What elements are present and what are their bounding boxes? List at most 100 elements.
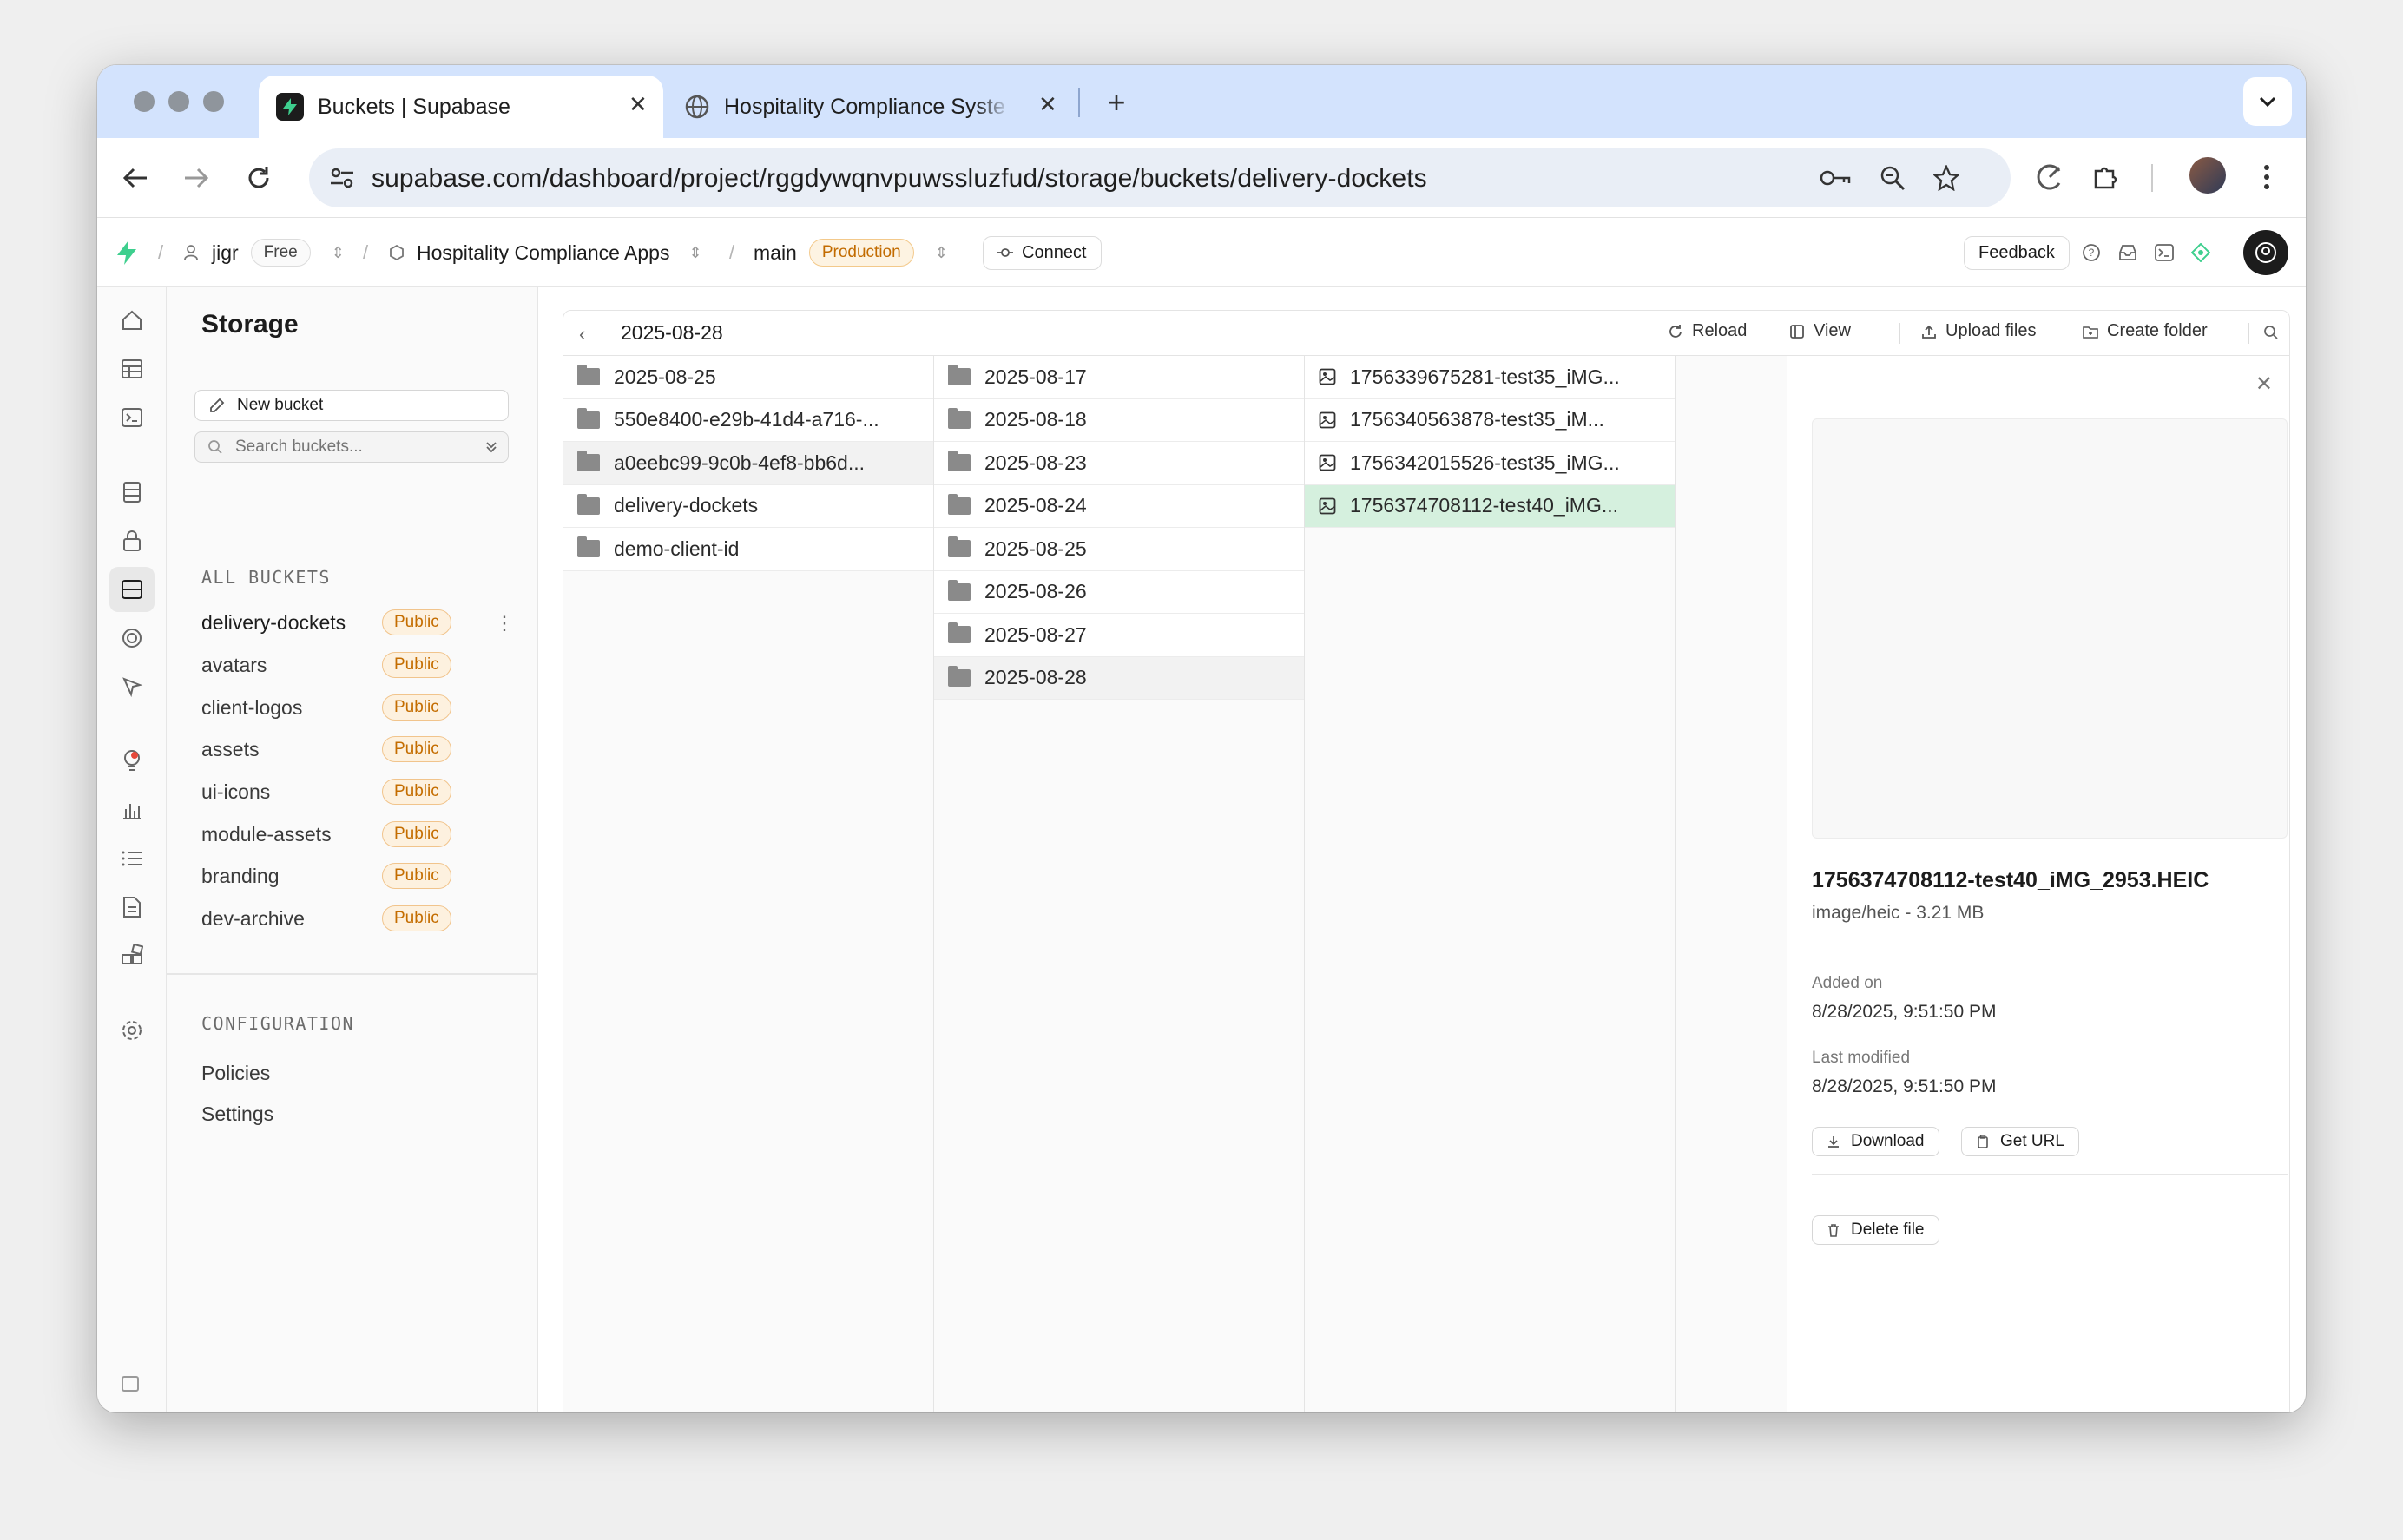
supabase-logo-icon[interactable] xyxy=(116,218,137,287)
browser-profile-avatar[interactable] xyxy=(2189,157,2226,194)
collapse-sidebar-icon[interactable] xyxy=(122,1376,139,1392)
create-folder-button[interactable]: Create folder xyxy=(2083,321,2208,341)
search-buckets-field[interactable] xyxy=(194,431,509,463)
terminal-icon[interactable] xyxy=(2151,240,2177,266)
tab-buckets-supabase[interactable]: Buckets | Supabase ✕ xyxy=(259,76,663,138)
folder-icon xyxy=(948,365,971,386)
bucket-name: dev-archive xyxy=(201,906,305,930)
inbox-icon[interactable] xyxy=(2115,240,2141,266)
delete-file-button[interactable]: Delete file xyxy=(1812,1215,1939,1245)
logs-list-icon[interactable] xyxy=(109,836,155,881)
bucket-item-dev-archive[interactable]: dev-archive Public xyxy=(201,899,497,938)
sql-editor-icon[interactable] xyxy=(109,395,155,440)
file-row[interactable]: 1756342015526-test35_iMG... xyxy=(1305,442,1675,485)
browser-menu-icon[interactable] xyxy=(2247,157,2287,197)
storage-icon[interactable] xyxy=(109,567,155,612)
file-row[interactable]: 1756340563878-test35_iM... xyxy=(1305,398,1675,442)
sort-chevrons-icon[interactable] xyxy=(485,440,497,454)
folder-row[interactable]: 2025-08-18 xyxy=(934,398,1304,442)
file-detail-panel: ✕ 1756374708112-test40_iMG_2953.HEIC ima… xyxy=(1787,356,2289,1412)
auth-lock-icon[interactable] xyxy=(109,518,155,563)
search-buckets-input[interactable] xyxy=(235,438,470,457)
edge-functions-icon[interactable] xyxy=(109,615,155,661)
new-bucket-button[interactable]: New bucket xyxy=(194,390,509,421)
folder-row[interactable]: 2025-08-24 xyxy=(934,484,1304,528)
folder-row[interactable]: 2025-08-17 xyxy=(934,356,1304,399)
folder-row[interactable]: delivery-dockets xyxy=(563,484,933,528)
org-selector[interactable]: jigr Free ⇕ xyxy=(182,218,345,287)
bucket-item-assets[interactable]: assets Public xyxy=(201,730,497,768)
extensions-puzzle-icon[interactable] xyxy=(2085,157,2125,197)
assistant-icon[interactable] xyxy=(2188,240,2214,266)
file-row-selected[interactable]: 1756374708112-test40_iMG... xyxy=(1305,484,1675,528)
bucket-item-delivery-dockets[interactable]: delivery-dockets Public ⋮ xyxy=(201,603,514,642)
bucket-item-branding[interactable]: branding Public xyxy=(201,857,497,895)
api-docs-icon[interactable] xyxy=(109,885,155,930)
password-key-icon[interactable] xyxy=(1820,162,1851,194)
folder-row[interactable]: 550e8400-e29b-41d4-a716-... xyxy=(563,398,933,442)
folder-row[interactable]: 2025-08-26 xyxy=(934,570,1304,614)
reload-button[interactable]: Reload xyxy=(1668,321,1747,341)
forward-button[interactable] xyxy=(174,155,219,201)
user-avatar[interactable] xyxy=(2243,230,2288,275)
project-selector[interactable]: Hospitality Compliance Apps ⇕ xyxy=(389,218,702,287)
address-bar[interactable]: supabase.com/dashboard/project/rggdywqnv… xyxy=(309,148,2011,207)
get-url-button[interactable]: Get URL xyxy=(1961,1127,2079,1156)
reload-page-button[interactable] xyxy=(236,155,281,201)
bucket-item-ui-icons[interactable]: ui-icons Public xyxy=(201,773,497,811)
more-vertical-icon[interactable]: ⋮ xyxy=(495,612,514,635)
close-window-button[interactable] xyxy=(134,91,155,112)
reports-chart-icon[interactable] xyxy=(109,787,155,833)
folder-row[interactable]: a0eebc99-9c0b-4ef8-bb6d... xyxy=(563,442,933,485)
folder-row[interactable]: 2025-08-25 xyxy=(934,528,1304,571)
new-tab-button[interactable]: + xyxy=(1096,82,1137,124)
file-name: 1756374708112-test40_iMG... xyxy=(1350,494,1619,517)
file-explorer: ‹ 2025-08-28 Reload View Upload files Cr… xyxy=(563,310,2290,1412)
folder-row[interactable]: 2025-08-25 xyxy=(563,356,933,399)
folder-row[interactable]: 2025-08-27 xyxy=(934,614,1304,657)
database-icon[interactable] xyxy=(109,470,155,515)
folder-row[interactable]: 2025-08-28 xyxy=(934,656,1304,700)
site-settings-icon[interactable] xyxy=(326,162,358,194)
extension-icon[interactable] xyxy=(2030,157,2070,197)
tab-separator xyxy=(1078,88,1080,117)
settings-gear-icon[interactable] xyxy=(109,1008,155,1053)
close-tab-icon[interactable]: ✕ xyxy=(629,91,648,118)
realtime-cursor-icon[interactable] xyxy=(109,664,155,709)
zoom-icon[interactable] xyxy=(1877,162,1908,194)
upload-files-button[interactable]: Upload files xyxy=(1921,321,2037,341)
breadcrumb-separator: / xyxy=(729,241,735,263)
tab-search-button[interactable] xyxy=(2243,77,2292,126)
close-icon[interactable]: ✕ xyxy=(2255,372,2273,397)
view-button[interactable]: View xyxy=(1789,321,1851,341)
minimize-window-button[interactable] xyxy=(168,91,189,112)
bucket-item-client-logos[interactable]: client-logos Public xyxy=(201,688,497,727)
bucket-item-avatars[interactable]: avatars Public xyxy=(201,646,497,684)
file-row[interactable]: 1756339675281-test35_iMG... xyxy=(1305,356,1675,399)
help-icon[interactable]: ? xyxy=(2078,240,2104,266)
chevron-left-icon[interactable]: ‹ xyxy=(579,323,585,346)
back-button[interactable] xyxy=(113,155,158,201)
folder-row[interactable]: demo-client-id xyxy=(563,528,933,571)
download-button[interactable]: Download xyxy=(1812,1127,1939,1156)
folder-row[interactable]: 2025-08-23 xyxy=(934,442,1304,485)
policies-link[interactable]: Policies xyxy=(201,1062,270,1085)
table-editor-icon[interactable] xyxy=(109,346,155,392)
tab-hospitality-compliance[interactable]: Hospitality Compliance Syste ✕ xyxy=(684,76,1066,138)
connect-button[interactable]: Connect xyxy=(983,235,1102,270)
search-files-button[interactable] xyxy=(2263,325,2279,340)
url-text[interactable]: supabase.com/dashboard/project/rggdywqnv… xyxy=(372,164,1427,194)
column-bucket-root: 2025-08-25 550e8400-e29b-41d4-a716-... a… xyxy=(563,356,934,1412)
advisors-bulb-icon[interactable] xyxy=(109,739,155,784)
home-icon[interactable] xyxy=(109,298,155,343)
folder-name: 550e8400-e29b-41d4-a716-... xyxy=(614,408,879,431)
integrations-icon[interactable] xyxy=(109,933,155,978)
maximize-window-button[interactable] xyxy=(203,91,224,112)
feedback-button[interactable]: Feedback xyxy=(1964,235,2070,270)
settings-link[interactable]: Settings xyxy=(201,1102,273,1126)
bookmark-star-icon[interactable] xyxy=(1931,162,1962,194)
branch-selector[interactable]: main Production ⇕ xyxy=(754,218,948,287)
bucket-item-module-assets[interactable]: module-assets Public xyxy=(201,815,497,853)
production-badge: Production xyxy=(808,239,914,267)
close-tab-icon[interactable]: ✕ xyxy=(1038,91,1057,118)
